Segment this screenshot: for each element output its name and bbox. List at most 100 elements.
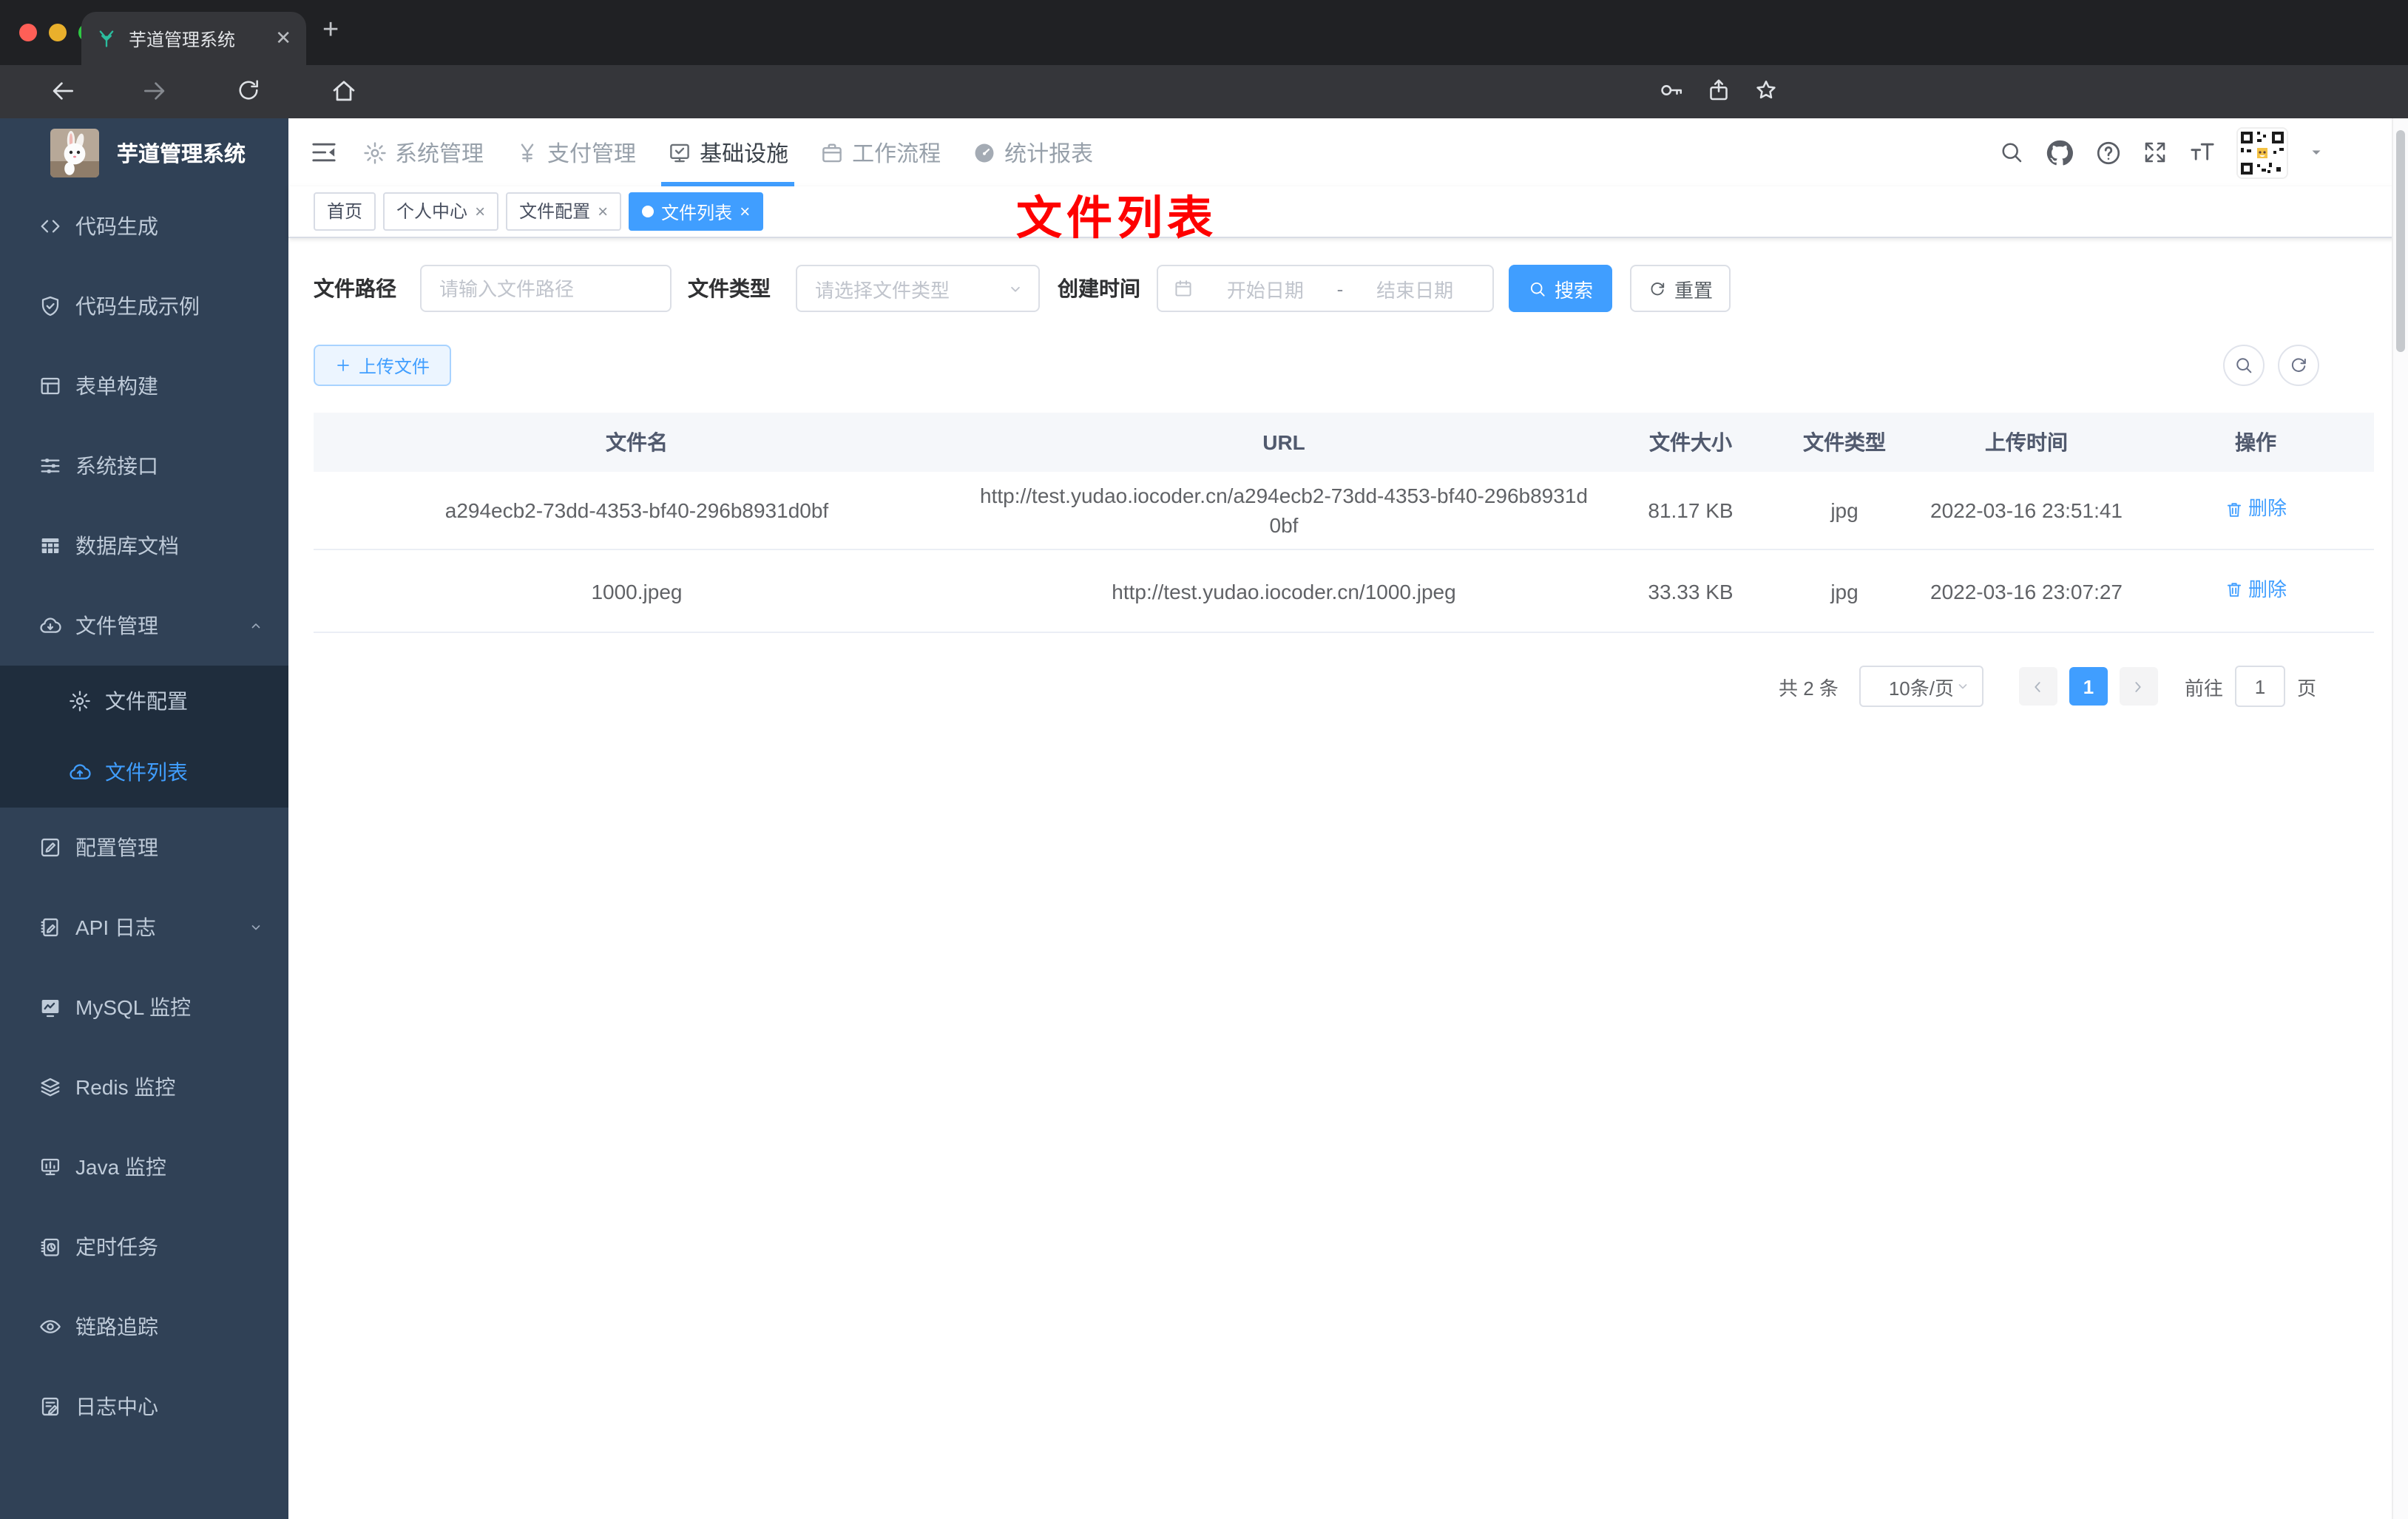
help-icon[interactable] <box>2094 138 2123 166</box>
sidebar-item-redis-monitor[interactable]: Redis 监控 <box>0 1047 288 1127</box>
refresh-table-button[interactable] <box>2278 345 2319 386</box>
tag-close-icon[interactable]: × <box>475 201 485 222</box>
page-size-select[interactable]: 10条/页 <box>1859 666 1983 707</box>
app-navbar: 系统管理 支付管理 基础设施 工作流程 统计报表 <box>288 118 2408 186</box>
window-close-button[interactable] <box>19 24 37 41</box>
github-icon[interactable] <box>2044 137 2075 168</box>
tag-label: 文件配置 <box>519 201 591 223</box>
file-table: 文件名 URL 文件大小 文件类型 上传时间 操作 a294ecb2-73dd-4353-b… <box>314 413 2374 633</box>
edit-square-icon <box>38 836 62 859</box>
sidebar-item-file-config[interactable]: 文件配置 <box>0 666 288 737</box>
reload-icon[interactable] <box>235 77 262 104</box>
toggle-search-button[interactable] <box>2223 345 2265 386</box>
delete-button[interactable]: 删除 <box>2225 495 2287 524</box>
tag-home[interactable]: 首页 <box>314 192 376 231</box>
bookmark-star-icon[interactable] <box>1753 77 1779 104</box>
new-tab-button[interactable]: + <box>322 15 339 47</box>
search-button-icon <box>1528 279 1547 298</box>
tab-close-icon[interactable]: ✕ <box>275 27 291 50</box>
sidebar-item-db-doc[interactable]: 数据库文档 <box>0 506 288 586</box>
column-header: 上传时间 <box>1985 430 2068 454</box>
file-path-input[interactable] <box>422 277 670 300</box>
font-size-icon[interactable] <box>2188 138 2217 167</box>
sidebar-item-label: 链路追踪 <box>75 1315 158 1339</box>
sidebar-item-java-monitor[interactable]: Java 监控 <box>0 1127 288 1207</box>
tag-profile[interactable]: 个人中心 × <box>383 192 499 231</box>
tab-label: 工作流程 <box>852 141 941 166</box>
tab-workflow[interactable]: 工作流程 <box>819 118 941 186</box>
pagination: 共 2 条 10条/页 1 前往 页 <box>314 666 2408 707</box>
home-icon[interactable] <box>330 77 358 105</box>
avatar-caret-icon[interactable] <box>2307 143 2325 161</box>
sidebar-item-code-generation[interactable]: 代码生成 <box>0 186 288 266</box>
screen: 芋道管理系统 ✕ + 127.0.0.1 :1024/infra/file/fi… <box>0 0 2408 1519</box>
date-range-picker[interactable]: 开始日期 - 结束日期 <box>1157 265 1494 312</box>
goto-page-input[interactable] <box>2234 666 2285 707</box>
share-icon[interactable] <box>1705 77 1732 104</box>
eye-icon <box>38 1315 62 1339</box>
sidebar-item-log-center[interactable]: 日志中心 <box>0 1367 288 1447</box>
timer-icon <box>38 1235 62 1259</box>
next-page-button[interactable] <box>2119 667 2158 706</box>
tag-file-config[interactable]: 文件配置 × <box>506 192 622 231</box>
tag-close-icon[interactable]: × <box>598 201 608 222</box>
back-icon[interactable] <box>49 77 77 105</box>
file-type-select[interactable]: 请选择文件类型 <box>796 265 1040 312</box>
upload-file-button[interactable]: 上传文件 <box>314 345 451 386</box>
sidebar-item-form-builder[interactable]: 表单构建 <box>0 346 288 426</box>
tag-file-list[interactable]: 文件列表 × <box>629 192 764 231</box>
fullscreen-icon[interactable] <box>2142 139 2168 166</box>
chevron-down-icon <box>247 918 265 936</box>
browser-toolbar: 127.0.0.1 :1024/infra/file/file 11 ⌘ y <box>0 65 2408 179</box>
tab-infra[interactable]: 基础设施 <box>661 118 795 186</box>
sidebar-item-label: 文件配置 <box>105 689 188 713</box>
delete-label: 删除 <box>2248 497 2287 520</box>
code-icon <box>38 214 62 238</box>
scrollbar-thumb[interactable] <box>2396 130 2405 352</box>
trash-icon <box>2225 581 2244 600</box>
sidebar-item-trace[interactable]: 链路追踪 <box>0 1287 288 1367</box>
window-minimize-button[interactable] <box>49 24 67 41</box>
sidebar-item-file-management[interactable]: 文件管理 <box>0 586 288 666</box>
infra-icon <box>667 140 692 165</box>
forward-icon[interactable] <box>141 77 169 105</box>
chevron-up-icon <box>247 617 265 635</box>
cell-upload-time: 2022-03-16 23:51:41 <box>1930 498 2123 522</box>
app-logo-rabbit <box>50 128 99 177</box>
prev-page-button[interactable] <box>2018 667 2057 706</box>
briefcase-icon <box>819 140 845 165</box>
browser-tab[interactable]: 芋道管理系统 ✕ <box>81 12 306 65</box>
current-page-button[interactable]: 1 <box>2069 667 2108 706</box>
reset-button[interactable]: 重置 <box>1630 265 1731 312</box>
app-window: 芋道管理系统 代码生成 代码生成示例 表单构建 系统接口 数据库文档 文件管理 文件配置 文件… <box>0 118 2408 1519</box>
tags-bar: 首页 个人中心 × 文件配置 × 文件列表 × 文件列表 <box>288 186 2408 244</box>
tag-close-icon[interactable]: × <box>740 202 750 223</box>
sidebar-fold-icon[interactable] <box>309 138 339 167</box>
sidebar-item-label: 表单构建 <box>75 374 158 398</box>
tab-report[interactable]: 统计报表 <box>972 118 1093 186</box>
file-path-label: 文件路径 <box>314 277 396 300</box>
chevron-down-icon <box>1006 279 1025 298</box>
tab-payment[interactable]: 支付管理 <box>515 118 636 186</box>
column-header: URL <box>1262 430 1305 454</box>
delete-button[interactable]: 删除 <box>2225 575 2287 605</box>
avatar[interactable] <box>2236 126 2288 178</box>
sidebar-item-api-log[interactable]: API 日志 <box>0 887 288 967</box>
sidebar-item-scheduled-task[interactable]: 定时任务 <box>0 1207 288 1287</box>
column-header: 文件大小 <box>1649 430 1732 454</box>
goto-label: 前往 <box>2184 677 2223 699</box>
search-icon[interactable] <box>1998 139 2025 166</box>
search-button[interactable]: 搜索 <box>1509 265 1612 312</box>
sidebar-item-file-list[interactable]: 文件列表 <box>0 737 288 808</box>
sidebar-item-mysql-monitor[interactable]: MySQL 监控 <box>0 967 288 1047</box>
password-key-icon[interactable] <box>1658 77 1685 104</box>
sidebar-item-code-example[interactable]: 代码生成示例 <box>0 266 288 346</box>
page-content: 文件路径 文件类型 请选择文件类型 创建时间 开始日期 - 结束日期 <box>288 238 2408 707</box>
date-start-placeholder: 开始日期 <box>1226 279 1304 301</box>
top-nav: 系统管理 支付管理 基础设施 工作流程 统计报表 <box>362 118 1124 186</box>
app-logo-row[interactable]: 芋道管理系统 <box>0 118 288 186</box>
tab-system[interactable]: 系统管理 <box>362 118 484 186</box>
date-end-placeholder: 结束日期 <box>1376 279 1454 301</box>
sidebar-item-system-api[interactable]: 系统接口 <box>0 426 288 506</box>
sidebar-item-config-management[interactable]: 配置管理 <box>0 808 288 887</box>
